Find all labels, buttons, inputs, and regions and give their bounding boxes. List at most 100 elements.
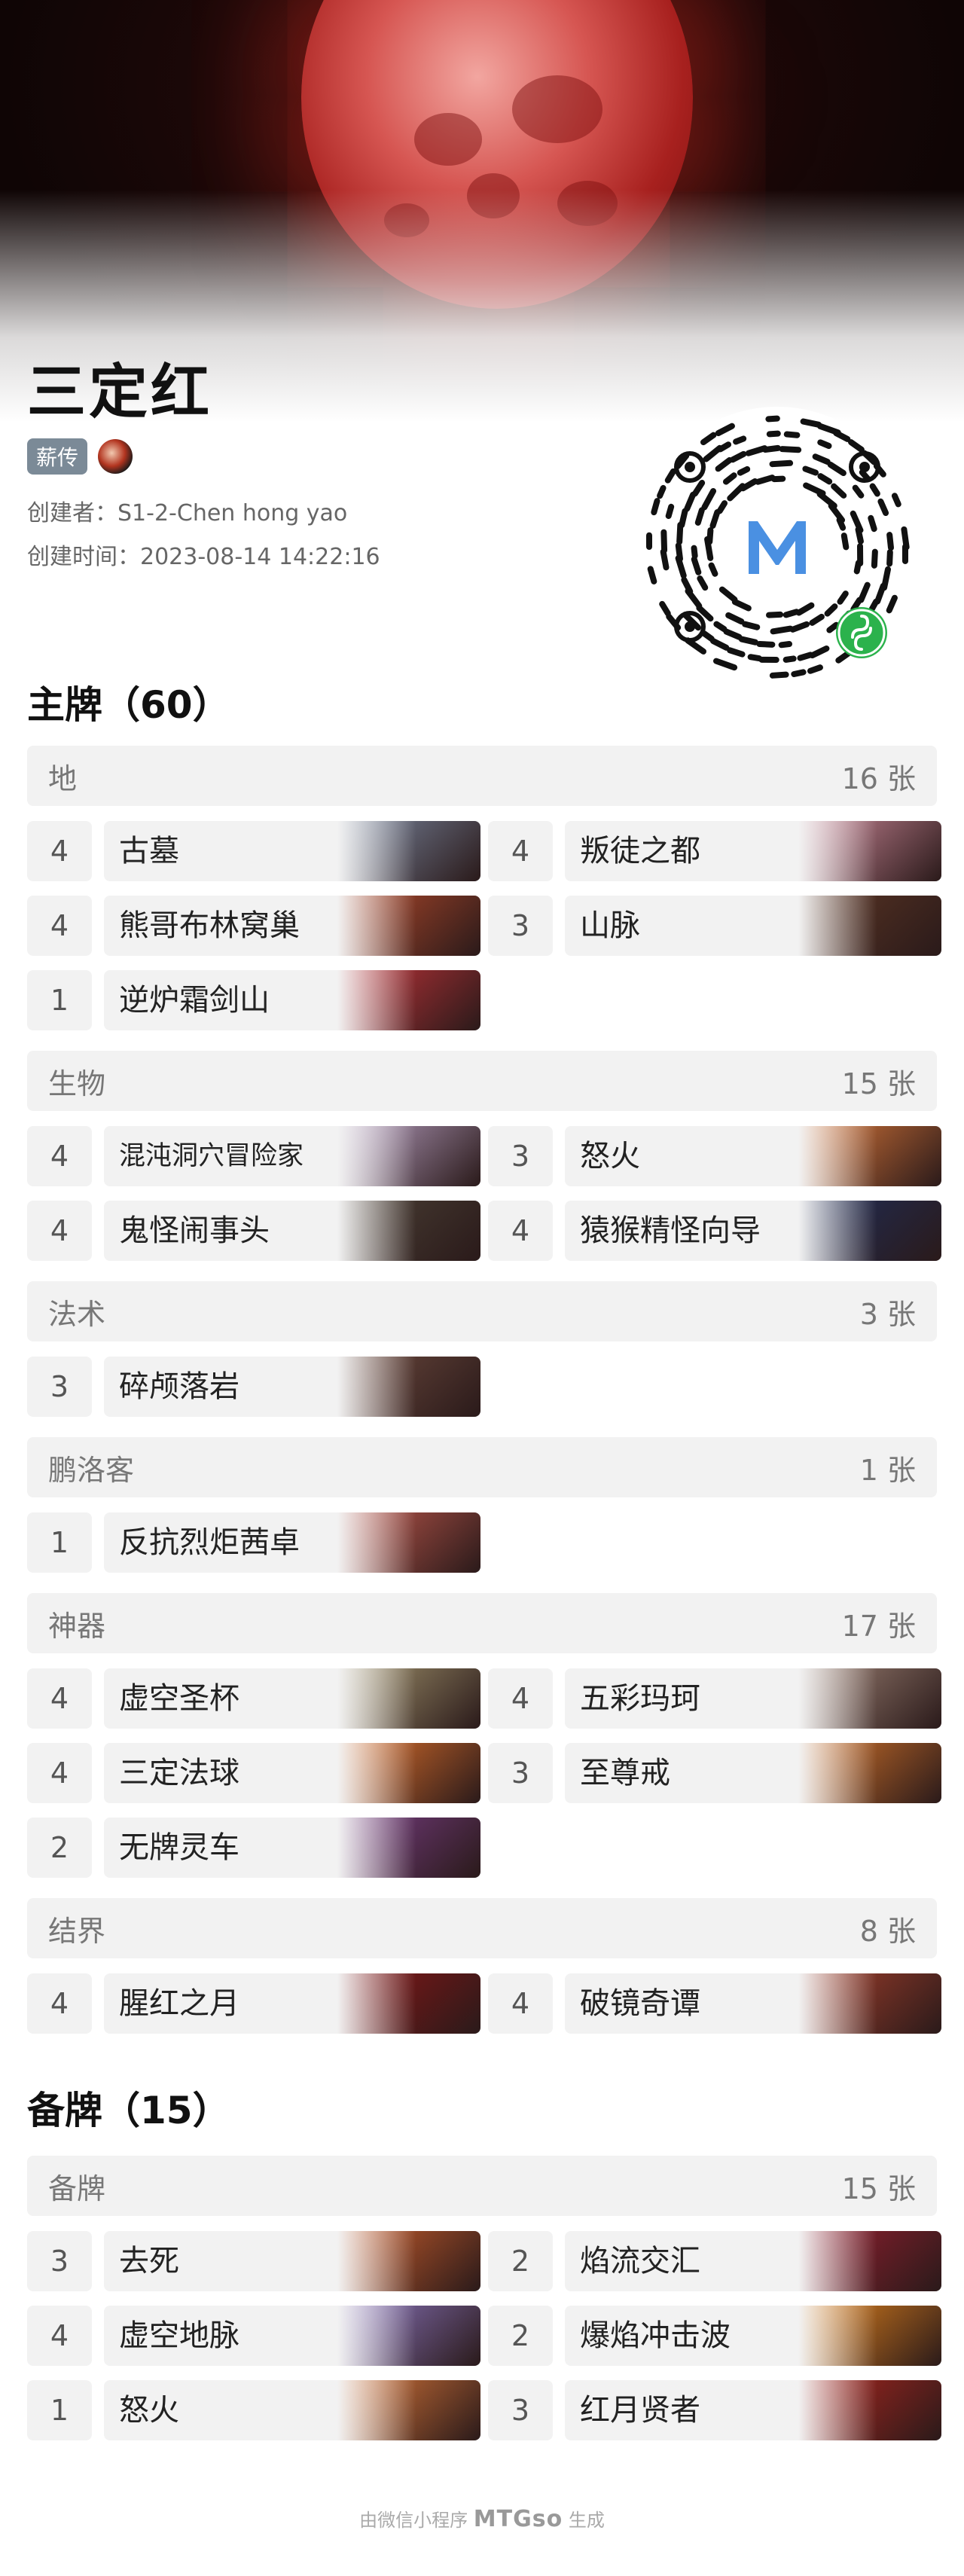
card-art-thumbnail [337,2231,480,2291]
card-name-box[interactable]: 叛徒之都 [565,821,941,881]
card-name-box[interactable]: 怒火 [565,1126,941,1186]
card-quantity: 2 [488,2306,553,2366]
card-name-box[interactable]: 山脉 [565,896,941,956]
card-name: 山脉 [580,908,640,943]
card-entry[interactable]: 4 猿猴精怪向导 [488,1201,941,1261]
card-entry[interactable]: 4 混沌洞穴冒险家 [27,1126,480,1186]
card-quantity: 4 [488,1201,553,1261]
card-entry[interactable]: 3 至尊戒 [488,1743,941,1803]
card-entry[interactable]: 4 三定法球 [27,1743,480,1803]
card-art-thumbnail [798,2231,941,2291]
card-name-box[interactable]: 五彩玛珂 [565,1668,941,1729]
card-quantity: 3 [488,1743,553,1803]
category-header[interactable]: 备牌 15 张 [27,2156,937,2216]
card-name-box[interactable]: 怒火 [104,2380,480,2440]
card-art-thumbnail [798,1126,941,1186]
card-entry[interactable]: 4 叛徒之都 [488,821,941,881]
category-header[interactable]: 地 16 张 [27,746,937,806]
card-entry[interactable]: 4 虚空圣杯 [27,1668,480,1729]
card-art-thumbnail [337,1818,480,1878]
card-name-box[interactable]: 猿猴精怪向导 [565,1201,941,1261]
card-name: 鬼怪闹事头 [119,1213,270,1248]
category-header[interactable]: 神器 17 张 [27,1593,937,1653]
card-quantity: 1 [27,1512,92,1573]
card-name: 碎颅落岩 [119,1369,239,1404]
card-entry[interactable]: 3 怒火 [488,1126,941,1186]
card-entry[interactable]: 4 破镜奇谭 [488,1973,941,2034]
card-quantity: 4 [488,1668,553,1729]
card-name-box[interactable]: 去死 [104,2231,480,2291]
card-name: 三定法球 [119,1756,239,1790]
card-art-thumbnail [798,2380,941,2440]
format-badge[interactable]: 薪传 [27,438,88,475]
card-name-box[interactable]: 鬼怪闹事头 [104,1201,480,1261]
category-header[interactable]: 结界 8 张 [27,1898,937,1958]
card-name-box[interactable]: 焰流交汇 [565,2231,941,2291]
card-entry[interactable]: 3 红月贤者 [488,2380,941,2440]
card-quantity: 4 [27,1668,92,1729]
card-name-box[interactable]: 至尊戒 [565,1743,941,1803]
card-name-box[interactable]: 逆炉霜剑山 [104,970,480,1030]
card-name-box[interactable]: 爆焰冲击波 [565,2306,941,2366]
card-entry[interactable]: 4 五彩玛珂 [488,1668,941,1729]
card-name-box[interactable]: 腥红之月 [104,1973,480,2034]
creator-avatar[interactable] [98,439,133,474]
card-entry[interactable]: 2 爆焰冲击波 [488,2306,941,2366]
card-art-thumbnail [337,1126,480,1186]
card-art-thumbnail [337,1357,480,1417]
deck-title: 三定红 [27,359,213,426]
category-count: 17 张 [841,1609,916,1643]
card-name-box[interactable]: 虚空地脉 [104,2306,480,2366]
card-art-thumbnail [798,1668,941,1729]
card-entry[interactable]: 3 山脉 [488,896,941,956]
card-name-box[interactable]: 红月贤者 [565,2380,941,2440]
card-quantity: 3 [27,2231,92,2291]
card-quantity: 4 [488,1973,553,2034]
card-name-box[interactable]: 混沌洞穴冒险家 [104,1126,480,1186]
card-entry[interactable]: 4 腥红之月 [27,1973,480,2034]
card-entry[interactable]: 2 无牌灵车 [27,1818,480,1878]
card-quantity: 4 [27,1973,92,2034]
card-art-thumbnail [798,1973,941,2034]
card-entry[interactable]: 1 反抗烈炬茜卓 [27,1512,480,1573]
miniprogram-icon [836,607,887,658]
category-name: 结界 [48,1914,106,1948]
card-name-box[interactable]: 无牌灵车 [104,1818,480,1878]
m-logo-icon [723,493,831,601]
card-entry[interactable]: 2 焰流交汇 [488,2231,941,2291]
card-entry[interactable]: 3 去死 [27,2231,480,2291]
miniprogram-qr-code[interactable] [637,407,917,687]
card-name: 混沌洞穴冒险家 [119,1141,304,1171]
card-name-box[interactable]: 虚空圣杯 [104,1668,480,1729]
category-header[interactable]: 生物 15 张 [27,1051,937,1111]
card-name: 逆炉霜剑山 [119,983,270,1018]
card-name-box[interactable]: 三定法球 [104,1743,480,1803]
card-entry[interactable]: 3 碎颅落岩 [27,1357,480,1417]
category-count: 16 张 [841,762,916,795]
card-name: 虚空圣杯 [119,1681,239,1716]
card-art-thumbnail [798,896,941,956]
category-header[interactable]: 鹏洛客 1 张 [27,1437,937,1497]
card-art-thumbnail [798,1743,941,1803]
card-quantity: 4 [27,1126,92,1186]
card-quantity: 4 [27,2306,92,2366]
category-header[interactable]: 法术 3 张 [27,1281,937,1341]
card-entry[interactable]: 4 鬼怪闹事头 [27,1201,480,1261]
card-entry[interactable]: 4 虚空地脉 [27,2306,480,2366]
card-name-box[interactable]: 反抗烈炬茜卓 [104,1512,480,1573]
card-name: 反抗烈炬茜卓 [119,1525,300,1560]
card-entry[interactable]: 1 怒火 [27,2380,480,2440]
card-art-thumbnail [798,2306,941,2366]
card-art-thumbnail [337,821,480,881]
card-name-box[interactable]: 破镜奇谭 [565,1973,941,2034]
card-art-thumbnail [337,1743,480,1803]
card-entry[interactable]: 4 古墓 [27,821,480,881]
card-name: 焰流交汇 [580,2244,700,2278]
card-name-box[interactable]: 碎颅落岩 [104,1357,480,1417]
card-entry[interactable]: 1 逆炉霜剑山 [27,970,480,1030]
card-entry[interactable]: 4 熊哥布林窝巢 [27,896,480,956]
card-name-box[interactable]: 古墓 [104,821,480,881]
footer-brand[interactable]: MTGso [474,2506,563,2532]
card-name-box[interactable]: 熊哥布林窝巢 [104,896,480,956]
sideboard-title: 备牌（15） [27,2089,230,2132]
